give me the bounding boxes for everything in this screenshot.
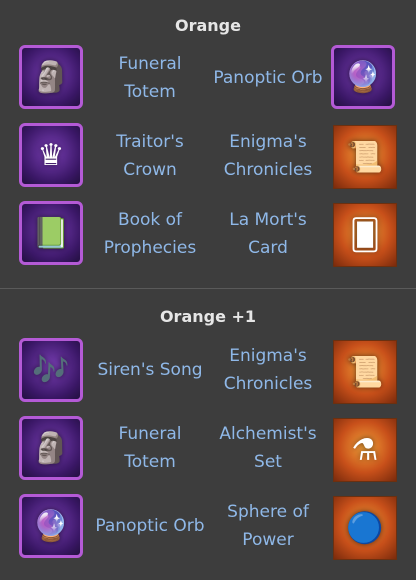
crown-icon[interactable]: ♛ <box>19 123 83 187</box>
divider <box>0 288 416 289</box>
artifact-list: Orange 🗿 Funeral Totem Panoptic Orb 🔮 ♛ … <box>0 0 416 580</box>
totem-icon[interactable]: 🗿 <box>19 416 83 480</box>
item-name: Enigma's Chronicles <box>223 346 313 394</box>
card-icon[interactable]: 🂠 <box>333 203 397 267</box>
item-name: Traitor's Crown <box>116 132 184 180</box>
item-name: Panoptic Orb <box>95 516 205 536</box>
section-title: Orange <box>175 16 241 35</box>
item-name: Alchemist's Set <box>219 424 317 472</box>
flute-icon[interactable]: 🎶 <box>19 338 83 402</box>
item-name: Enigma's Chronicles <box>223 132 313 180</box>
book-icon[interactable]: 📗 <box>19 201 83 265</box>
scroll-icon[interactable]: 📜 <box>333 125 397 189</box>
item-name: Panoptic Orb <box>213 68 323 88</box>
item-name: Funeral Totem <box>118 54 182 102</box>
item-name: Siren's Song <box>97 360 203 380</box>
scroll-icon[interactable]: 📜 <box>333 340 397 404</box>
section-title: Orange +1 <box>159 307 257 326</box>
totem-icon[interactable]: 🗿 <box>19 45 83 109</box>
item-name: Sphere of Power <box>227 502 309 550</box>
potion-belt-icon[interactable]: ⚗ <box>333 418 397 482</box>
orb-icon[interactable]: 🔮 <box>331 45 395 109</box>
item-name: La Mort's Card <box>229 210 307 258</box>
item-name: Book of Prophecies <box>103 210 197 258</box>
sphere-icon[interactable]: 🔵 <box>333 496 397 560</box>
orb-icon[interactable]: 🔮 <box>19 494 83 558</box>
item-name: Funeral Totem <box>118 424 182 472</box>
